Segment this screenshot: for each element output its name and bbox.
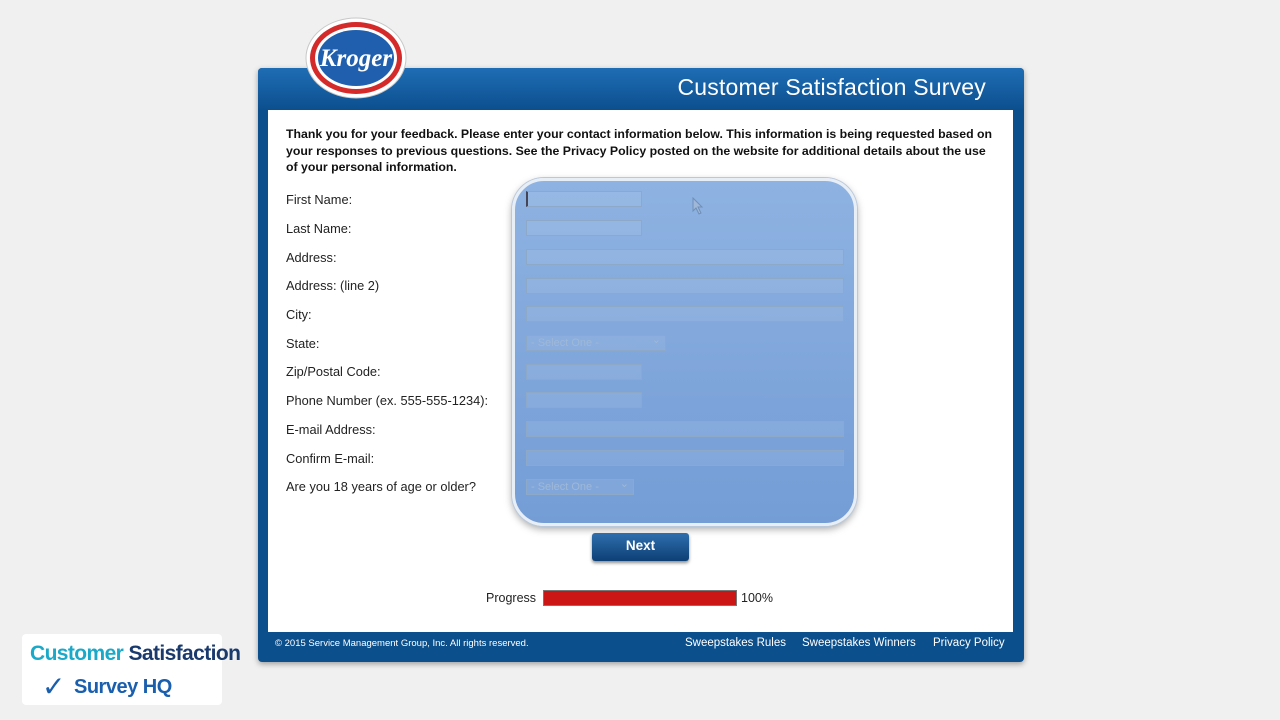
state-label: State: [286,336,320,351]
svg-text:Kroger: Kroger [319,45,393,72]
progress-label: Progress [486,591,537,605]
badge-title: Customer Satisfaction [30,642,241,665]
sweepstakes-rules-link[interactable]: Sweepstakes Rules [685,637,786,649]
progress-fill [544,591,736,605]
zip-label: Zip/Postal Code: [286,364,381,379]
progress-bar [543,590,737,606]
copyright-text: © 2015 Service Management Group, Inc. Al… [275,638,529,649]
last-name-input[interactable] [526,220,642,236]
first-name-input[interactable] [526,191,642,207]
sweepstakes-winners-link[interactable]: Sweepstakes Winners [802,637,916,649]
intro-text: Thank you for your feedback. Please ente… [286,127,993,174]
address-line2-label: Address: (line 2) [286,278,380,293]
watermark-badge: Customer Satisfaction ✓ Survey HQ [22,634,241,705]
confirm-email-input[interactable] [526,450,844,466]
mouse-cursor-icon [692,197,704,215]
address-label: Address: [286,250,337,265]
state-select[interactable]: - Select One - [526,333,666,351]
confirm-email-label: Confirm E-mail: [286,451,375,466]
progress-value: 100% [741,591,773,605]
last-name-label: Last Name: [286,221,352,236]
next-button[interactable]: Next [592,533,689,561]
kroger-logo: Kroger [305,17,407,99]
phone-label: Phone Number (ex. 555-555-1234): [286,393,489,408]
badge-subtitle: Survey HQ [74,676,172,698]
phone-input[interactable] [526,392,642,408]
email-label: E-mail Address: [286,422,376,437]
email-input[interactable] [526,421,844,437]
address-input[interactable] [526,249,844,265]
city-label: City: [286,307,312,322]
privacy-policy-link[interactable]: Privacy Policy [933,637,1005,649]
checkmark-icon: ✓ [42,670,66,703]
city-input[interactable] [526,306,844,322]
survey-title: Customer Satisfaction Survey [677,74,986,100]
address-line2-input[interactable] [526,278,844,294]
age-select[interactable]: - Select One - [526,477,634,495]
age-question-label: Are you 18 years of age or older? [286,479,476,494]
first-name-label: First Name: [286,192,353,207]
zip-input[interactable] [526,364,642,380]
